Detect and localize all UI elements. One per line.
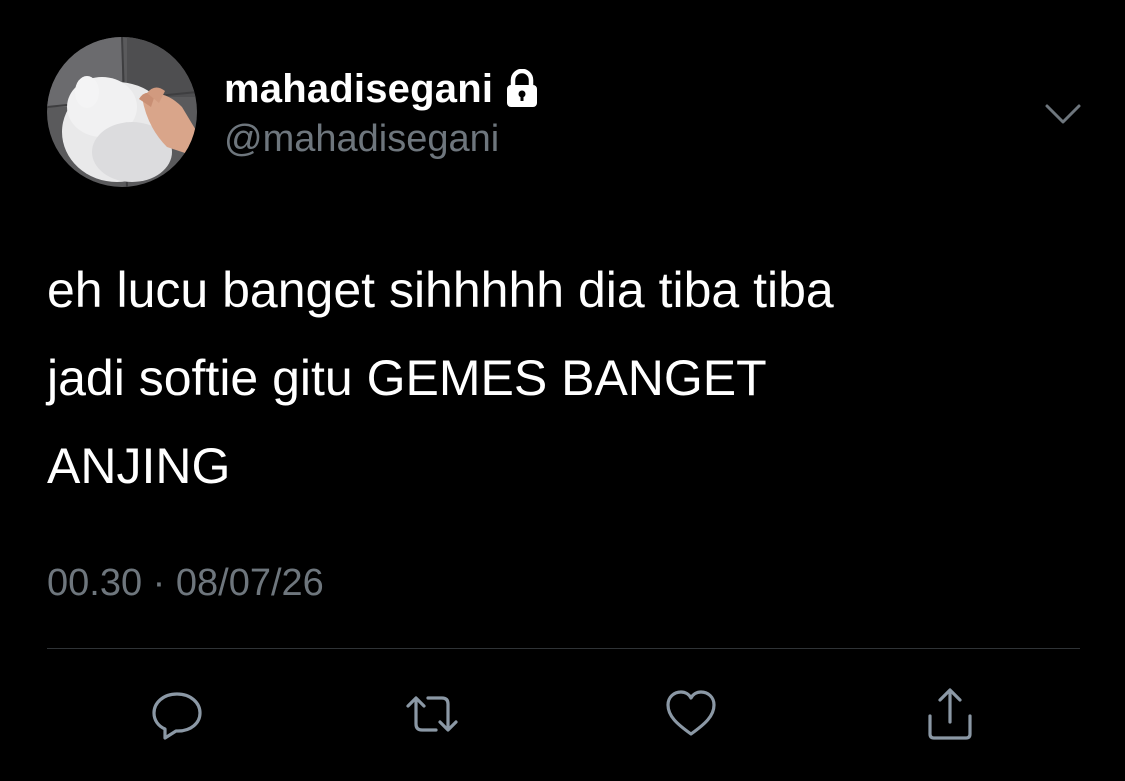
share-button[interactable] [920,684,980,744]
lock-icon [505,68,539,109]
share-icon [928,688,972,740]
tweet: mahadisegani @mahadisegani eh lucu bange… [0,0,1125,781]
timestamp-separator: · [152,562,166,604]
retweet-icon [406,696,458,732]
divider [47,648,1080,649]
reply-icon [152,692,202,740]
like-button[interactable] [661,684,721,744]
retweet-button[interactable] [402,684,462,744]
tweet-time: 00.30 [47,562,143,604]
display-name-row: mahadisegani [224,64,539,114]
handle[interactable]: @mahadisegani [224,118,499,161]
avatar-image [47,37,197,187]
tweet-text: eh lucu banget sihhhhh dia tiba tiba jad… [47,262,834,494]
avatar[interactable] [47,37,197,187]
reply-button[interactable] [147,684,207,744]
tweet-timestamp: 00.30 · 08/07/26 [47,562,324,605]
display-name[interactable]: mahadisegani [224,67,493,112]
heart-icon [666,690,716,736]
chevron-down-icon[interactable] [1041,96,1085,132]
tweet-date: 08/07/26 [175,562,324,604]
